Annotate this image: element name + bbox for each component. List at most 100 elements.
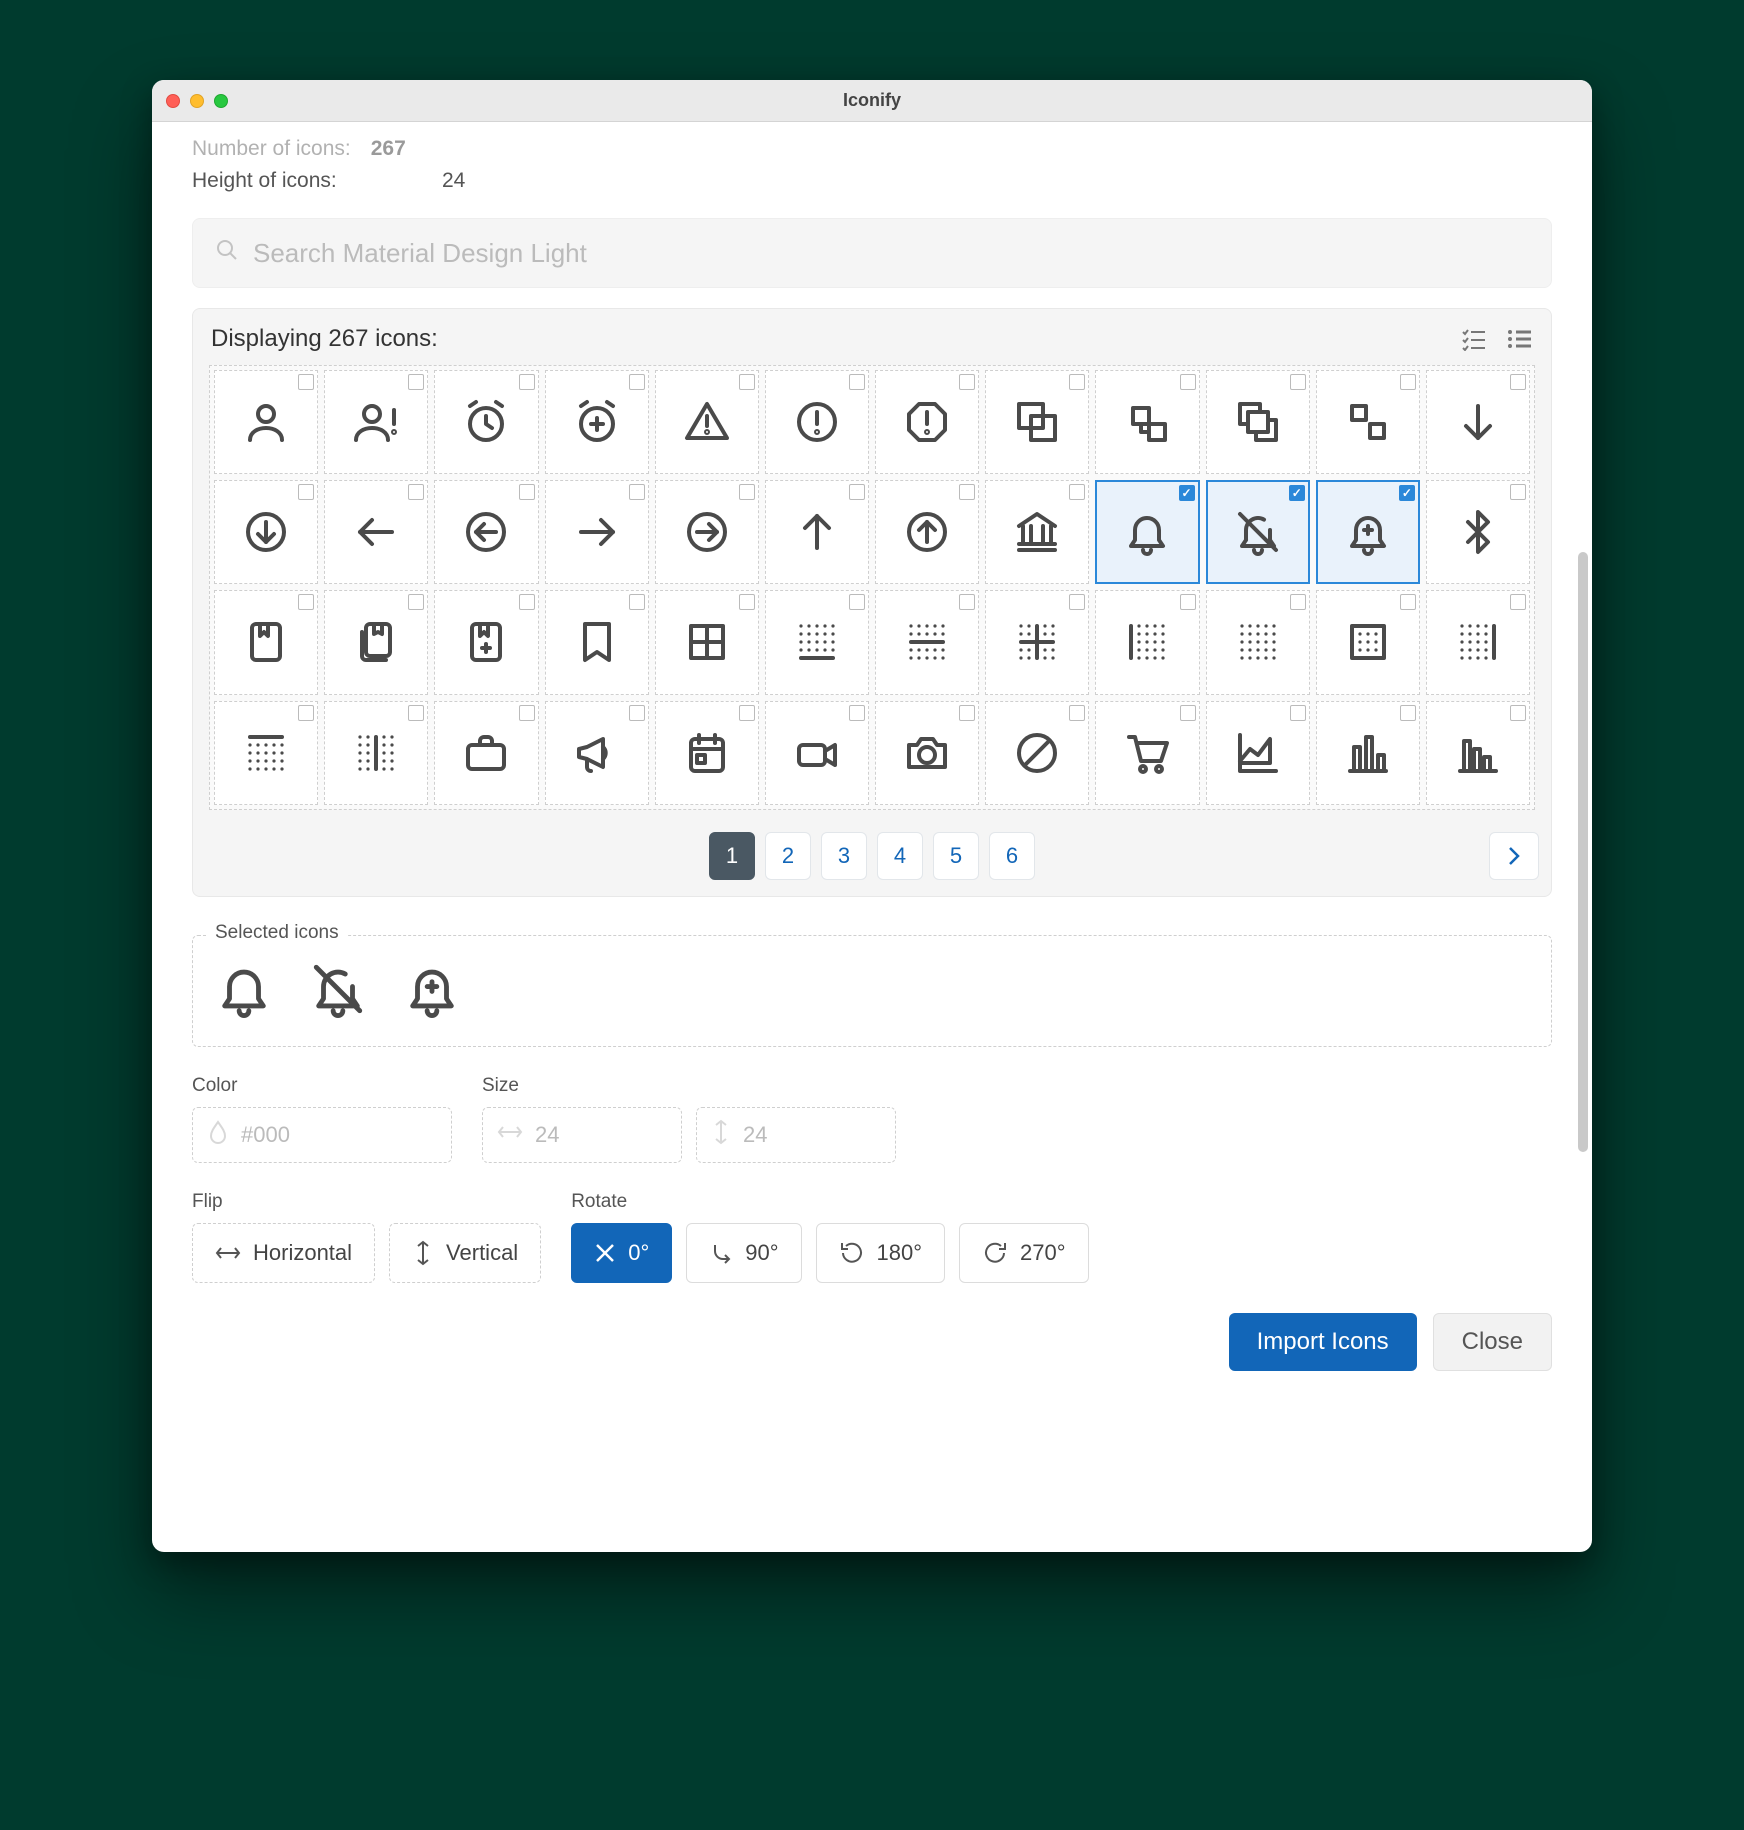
page-5-button[interactable]: 5 (933, 832, 979, 880)
icon-cell-chart-histogram[interactable] (1426, 701, 1530, 805)
icon-cell-border-none[interactable] (1206, 590, 1310, 694)
selected-icons-panel: Selected icons (192, 935, 1552, 1047)
color-input-wrap[interactable] (192, 1107, 452, 1163)
height-input[interactable] (741, 1121, 831, 1149)
view-checklist-icon[interactable] (1461, 327, 1487, 351)
droplet-icon (207, 1120, 229, 1150)
icon-cell-book-multiple[interactable] (324, 590, 428, 694)
rotate-90-button[interactable]: 90° (686, 1223, 801, 1283)
width-input-wrap[interactable] (482, 1107, 682, 1163)
icon-cell-border-bottom[interactable] (765, 590, 869, 694)
icon-cell-arrange-send-backward[interactable] (1095, 370, 1199, 474)
icon-cell-arrow-up[interactable] (765, 480, 869, 584)
close-window-button[interactable] (166, 94, 180, 108)
icon-cell-alarm-plus[interactable] (545, 370, 649, 474)
rotate-270-button[interactable]: 270° (959, 1223, 1089, 1283)
icon-cell-arrow-right-circle[interactable] (655, 480, 759, 584)
page-2-button[interactable]: 2 (765, 832, 811, 880)
checkbox-icon (849, 705, 865, 721)
page-6-button[interactable]: 6 (989, 832, 1035, 880)
checkbox-icon (1290, 374, 1306, 390)
next-page-button[interactable] (1489, 832, 1539, 880)
icon-cell-arrange-bring-to-front[interactable] (1206, 370, 1310, 474)
icon-cell-border-inside[interactable] (985, 590, 1089, 694)
icon-cell-border-right[interactable] (1426, 590, 1530, 694)
icon-cell-account[interactable] (214, 370, 318, 474)
icon-cell-arrow-down[interactable] (1426, 370, 1530, 474)
icon-cell-briefcase[interactable] (434, 701, 538, 805)
app-window: Iconify Number of icons: 267 Height of i… (152, 80, 1592, 1552)
selected-icon-bell[interactable] (215, 960, 273, 1018)
checkbox-icon (408, 594, 424, 610)
icon-cell-bell-plus[interactable] (1316, 480, 1420, 584)
icon-cell-alarm[interactable] (434, 370, 538, 474)
page-4-button[interactable]: 4 (877, 832, 923, 880)
checkbox-icon (959, 374, 975, 390)
color-input[interactable] (239, 1121, 329, 1149)
icon-cell-book[interactable] (214, 590, 318, 694)
checkbox-icon (1510, 484, 1526, 500)
icon-cell-cart[interactable] (1095, 701, 1199, 805)
zoom-window-button[interactable] (214, 94, 228, 108)
icon-cell-border-left[interactable] (1095, 590, 1199, 694)
checkbox-icon (1180, 705, 1196, 721)
page-1-button[interactable]: 1 (709, 832, 755, 880)
icon-cell-book-plus[interactable] (434, 590, 538, 694)
checkbox-icon (1510, 374, 1526, 390)
flip-vertical-button[interactable]: Vertical (389, 1223, 541, 1283)
icon-cell-arrange-send-to-back[interactable] (1316, 370, 1420, 474)
icon-cell-border-all[interactable] (655, 590, 759, 694)
icon-cell-arrow-left[interactable] (324, 480, 428, 584)
checkbox-icon (959, 484, 975, 500)
rotate-0-button[interactable]: 0° (571, 1223, 672, 1283)
icon-cell-arrow-right[interactable] (545, 480, 649, 584)
icon-cell-cancel[interactable] (985, 701, 1089, 805)
selected-icon-bell-plus[interactable] (403, 960, 461, 1018)
icon-cell-bank[interactable] (985, 480, 1089, 584)
rotate-label: Rotate (571, 1191, 1088, 1213)
page-3-button[interactable]: 3 (821, 832, 867, 880)
view-list-icon[interactable] (1507, 327, 1533, 351)
height-of-icons-value: 24 (442, 169, 465, 193)
window-body: Number of icons: 267 Height of icons: 24… (152, 122, 1592, 1552)
import-icons-button[interactable]: Import Icons (1229, 1313, 1417, 1371)
icon-cell-camcorder[interactable] (765, 701, 869, 805)
icon-cell-bookmark[interactable] (545, 590, 649, 694)
scrollbar[interactable] (1578, 552, 1588, 1152)
icon-cell-bell[interactable] (1095, 480, 1199, 584)
icon-cell-arrow-left-circle[interactable] (434, 480, 538, 584)
icon-cell-alert-circle[interactable] (765, 370, 869, 474)
icon-cell-arrow-up-circle[interactable] (875, 480, 979, 584)
icon-cell-chart-areaspline[interactable] (1206, 701, 1310, 805)
search-bar[interactable] (192, 218, 1552, 288)
icon-cell-arrow-down-circle[interactable] (214, 480, 318, 584)
search-icon (215, 238, 239, 268)
checkbox-icon (629, 484, 645, 500)
icon-cell-account-alert[interactable] (324, 370, 428, 474)
flip-horizontal-button[interactable]: Horizontal (192, 1223, 375, 1283)
selected-icon-bell-off[interactable] (309, 960, 367, 1018)
icon-cell-bluetooth[interactable] (1426, 480, 1530, 584)
icon-cell-border-vertical[interactable] (324, 701, 428, 805)
rotate-180-button[interactable]: 180° (816, 1223, 946, 1283)
number-of-icons-value: 267 (371, 137, 406, 161)
checkbox-icon (298, 374, 314, 390)
height-input-wrap[interactable] (696, 1107, 896, 1163)
icon-cell-alert-octagon[interactable] (875, 370, 979, 474)
icon-cell-bell-off[interactable] (1206, 480, 1310, 584)
icon-cell-border-outside[interactable] (1316, 590, 1420, 694)
window-controls (166, 94, 228, 108)
icon-cell-border-top[interactable] (214, 701, 318, 805)
icon-cell-calendar[interactable] (655, 701, 759, 805)
icon-cell-alert[interactable] (655, 370, 759, 474)
icon-cell-arrange-bring-forward[interactable] (985, 370, 1089, 474)
width-input[interactable] (533, 1121, 623, 1149)
close-button[interactable]: Close (1433, 1313, 1552, 1371)
search-input[interactable] (251, 237, 1529, 270)
icon-cell-border-horizontal[interactable] (875, 590, 979, 694)
minimize-window-button[interactable] (190, 94, 204, 108)
icon-cell-chart-bar[interactable] (1316, 701, 1420, 805)
icon-cell-camera[interactable] (875, 701, 979, 805)
window-title: Iconify (843, 90, 901, 111)
icon-cell-bullhorn[interactable] (545, 701, 649, 805)
